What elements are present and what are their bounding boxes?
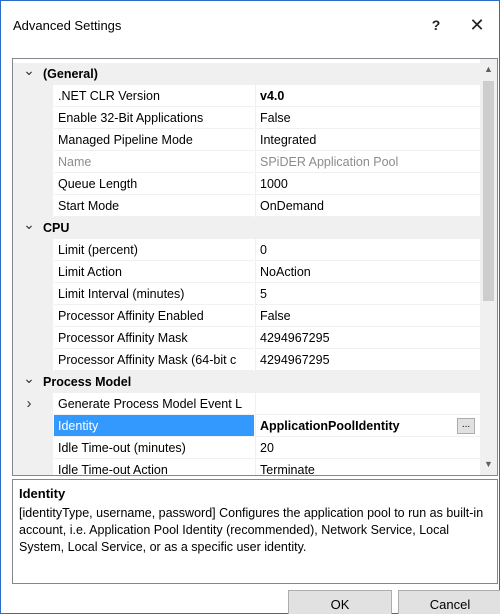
property-value[interactable]: 20: [255, 437, 480, 459]
category-label: CPU: [43, 221, 70, 235]
property-rows: ⌄ (General) .NET CLR Version v4.0 Enable 32-…: [13, 63, 480, 475]
advanced-settings-dialog: Advanced Settings ? ✕ ⌄ (General) .NET CLR…: [0, 0, 500, 614]
property-name[interactable]: Start Mode: [54, 195, 254, 217]
property-name[interactable]: .NET CLR Version: [54, 85, 254, 107]
cancel-button[interactable]: Cancel: [398, 590, 500, 614]
chevron-down-icon[interactable]: ⌄: [21, 63, 37, 85]
property-value[interactable]: 4294967295: [255, 349, 480, 371]
category-row[interactable]: ⌄ CPU: [13, 217, 480, 239]
property-row[interactable]: Enable 32-Bit Applications False: [13, 107, 480, 129]
property-value[interactable]: 5: [255, 283, 480, 305]
property-value[interactable]: 1000: [255, 173, 480, 195]
property-row[interactable]: › Generate Process Model Event L: [13, 393, 480, 415]
property-name[interactable]: Enable 32-Bit Applications: [54, 107, 254, 129]
property-name[interactable]: Processor Affinity Enabled: [54, 305, 254, 327]
row-gutter: [13, 195, 53, 217]
property-value[interactable]: NoAction: [255, 261, 480, 283]
property-name[interactable]: Queue Length: [54, 173, 254, 195]
close-button[interactable]: ✕: [460, 10, 494, 40]
property-value[interactable]: False: [255, 107, 480, 129]
row-gutter: [13, 305, 53, 327]
row-gutter: [13, 261, 53, 283]
property-grid: ⌄ (General) .NET CLR Version v4.0 Enable 32-…: [12, 58, 498, 476]
property-row[interactable]: Processor Affinity Enabled False: [13, 305, 480, 327]
property-row[interactable]: Idle Time-out Action Terminate: [13, 459, 480, 475]
row-gutter: [13, 217, 480, 239]
category-row[interactable]: ⌄ (General): [13, 63, 480, 85]
property-value[interactable]: [255, 393, 480, 415]
row-gutter: [13, 283, 53, 305]
property-value[interactable]: 4294967295: [255, 327, 480, 349]
property-row[interactable]: Idle Time-out (minutes) 20: [13, 437, 480, 459]
property-name[interactable]: Limit (percent): [54, 239, 254, 261]
dialog-title: Advanced Settings: [13, 18, 122, 33]
category-label: Process Model: [43, 375, 132, 389]
title-bar: Advanced Settings ? ✕: [1, 1, 499, 51]
scroll-up-arrow-icon[interactable]: ▲: [480, 61, 497, 78]
property-row[interactable]: Managed Pipeline Mode Integrated: [13, 129, 480, 151]
vertical-scrollbar[interactable]: ▲ ▼: [480, 59, 497, 475]
property-name[interactable]: Managed Pipeline Mode: [54, 129, 254, 151]
row-gutter: [13, 239, 53, 261]
property-row[interactable]: Processor Affinity Mask (64-bit c 4294967…: [13, 349, 480, 371]
property-row[interactable]: Limit (percent) 0: [13, 239, 480, 261]
row-gutter: [13, 173, 53, 195]
row-gutter: [13, 107, 53, 129]
description-text: [identityType, username, password] Confi…: [19, 506, 484, 554]
property-name[interactable]: Idle Time-out (minutes): [54, 437, 254, 459]
property-value[interactable]: v4.0: [255, 85, 480, 107]
description-title: Identity: [19, 486, 66, 501]
property-name[interactable]: Limit Action: [54, 261, 254, 283]
property-row[interactable]: Identity ApplicationPoolIdentity...: [13, 415, 480, 437]
row-gutter: [13, 327, 53, 349]
property-value[interactable]: 0: [255, 239, 480, 261]
property-row[interactable]: Queue Length 1000: [13, 173, 480, 195]
property-row[interactable]: Name SPiDER Application Pool: [13, 151, 480, 173]
property-name[interactable]: Limit Interval (minutes): [54, 283, 254, 305]
property-name[interactable]: Processor Affinity Mask (64-bit c: [54, 349, 254, 371]
property-name[interactable]: Identity: [54, 415, 254, 437]
property-name[interactable]: Processor Affinity Mask: [54, 327, 254, 349]
property-value[interactable]: Terminate: [255, 459, 480, 475]
property-value[interactable]: ApplicationPoolIdentity: [255, 415, 480, 437]
chevron-down-icon[interactable]: ⌄: [21, 217, 37, 239]
category-label: (General): [43, 67, 98, 81]
property-name[interactable]: Idle Time-out Action: [54, 459, 254, 475]
help-button[interactable]: ?: [421, 10, 451, 40]
property-row[interactable]: Limit Interval (minutes) 5: [13, 283, 480, 305]
property-row[interactable]: Processor Affinity Mask 4294967295: [13, 327, 480, 349]
row-gutter: [13, 415, 53, 437]
category-row[interactable]: ⌄ Process Model: [13, 371, 480, 393]
scroll-down-arrow-icon[interactable]: ▼: [480, 456, 497, 473]
ok-button[interactable]: OK: [288, 590, 392, 614]
property-name[interactable]: Name: [54, 151, 254, 173]
row-gutter: [13, 437, 53, 459]
row-gutter: [13, 459, 53, 475]
description-panel: Identity [identityType, username, passwo…: [12, 479, 498, 584]
scroll-thumb[interactable]: [483, 81, 494, 301]
property-name[interactable]: Generate Process Model Event L: [54, 393, 254, 415]
property-value[interactable]: Integrated: [255, 129, 480, 151]
row-gutter: [13, 151, 53, 173]
row-gutter: [13, 129, 53, 151]
property-row[interactable]: .NET CLR Version v4.0: [13, 85, 480, 107]
property-value[interactable]: False: [255, 305, 480, 327]
chevron-down-icon[interactable]: ⌄: [21, 371, 37, 393]
row-gutter: [13, 85, 53, 107]
property-value[interactable]: OnDemand: [255, 195, 480, 217]
row-gutter: [13, 349, 53, 371]
property-value[interactable]: SPiDER Application Pool: [255, 151, 480, 173]
property-row[interactable]: Start Mode OnDemand: [13, 195, 480, 217]
browse-ellipsis-button[interactable]: ...: [457, 418, 475, 434]
property-row[interactable]: Limit Action NoAction: [13, 261, 480, 283]
chevron-right-icon[interactable]: ›: [21, 393, 37, 415]
